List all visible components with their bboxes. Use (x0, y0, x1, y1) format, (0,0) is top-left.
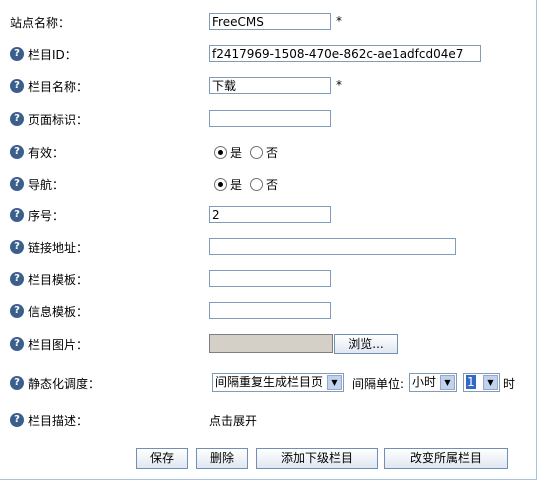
row-channel-name: ? 栏目名称： * (0, 70, 538, 102)
help-icon[interactable]: ? (10, 240, 24, 254)
radio-checked-icon (214, 178, 227, 191)
expand-link[interactable]: 点击展开 (209, 412, 257, 429)
channel-image-label: 栏目图片： (28, 337, 89, 352)
description-label: 栏目描述： (28, 413, 89, 428)
channel-id-label: 栏目ID： (28, 47, 77, 62)
static-schedule-label: 静态化调度： (28, 376, 101, 391)
help-icon[interactable]: ? (10, 413, 24, 427)
row-channel-id: ? 栏目ID： (0, 38, 538, 70)
order-num-label: 序号： (28, 208, 65, 223)
channel-template-label: 栏目模板： (28, 272, 89, 287)
site-name-input[interactable] (209, 13, 331, 30)
row-static-schedule: ? 静态化调度： 间隔重复生成栏目页 ▼ 间隔单位: 小时 ▼ 1 ▼ 时 (0, 367, 538, 399)
valid-yes-radio[interactable]: 是 (214, 144, 242, 161)
site-name-label: 站点名称： (10, 15, 71, 30)
help-icon[interactable]: ? (10, 337, 24, 351)
navigation-label: 导航： (28, 177, 65, 192)
radio-checked-icon (214, 146, 227, 159)
navigation-no-radio[interactable]: 否 (250, 176, 278, 193)
channel-name-label: 栏目名称： (28, 79, 89, 94)
help-icon[interactable]: ? (10, 177, 24, 191)
required-mark: * (336, 78, 342, 92)
help-icon[interactable]: ? (10, 112, 24, 126)
row-page-mark: ? 页面标识： (0, 103, 538, 135)
row-order-num: ? 序号： (0, 199, 538, 231)
save-button[interactable]: 保存 (136, 448, 188, 469)
add-child-channel-button[interactable]: 添加下级栏目 (256, 448, 378, 469)
help-icon[interactable]: ? (10, 304, 24, 318)
help-icon[interactable]: ? (10, 145, 24, 159)
interval-value-select[interactable]: 1 ▼ (463, 373, 500, 392)
row-valid: ? 有效： 是 否 (0, 136, 538, 168)
help-icon[interactable]: ? (10, 47, 24, 61)
hour-suffix-label: 时 (503, 377, 516, 391)
channel-image-file-input[interactable] (209, 334, 333, 353)
row-navigation: ? 导航： 是 否 (0, 168, 538, 200)
info-template-input[interactable] (209, 302, 331, 319)
order-num-input[interactable] (209, 206, 331, 223)
chevron-down-icon: ▼ (440, 375, 455, 390)
interval-unit-label: 间隔单位: (352, 377, 405, 391)
info-template-label: 信息模板： (28, 304, 89, 319)
chevron-down-icon: ▼ (483, 375, 498, 390)
help-icon[interactable]: ? (10, 376, 24, 390)
row-link-url: ? 链接地址： (0, 231, 538, 263)
link-url-input[interactable] (209, 238, 456, 255)
help-icon[interactable]: ? (10, 272, 24, 286)
row-description: ? 栏目描述： 点击展开 (0, 404, 538, 436)
navigation-radio-group: 是 否 (214, 176, 286, 193)
row-channel-template: ? 栏目模板： (0, 263, 538, 295)
valid-radio-group: 是 否 (214, 144, 286, 161)
page-mark-label: 页面标识： (28, 112, 89, 127)
page-mark-input[interactable] (209, 110, 331, 127)
valid-no-radio[interactable]: 否 (250, 144, 278, 161)
channel-template-input[interactable] (209, 270, 331, 287)
channel-name-input[interactable] (209, 77, 331, 94)
browse-button[interactable]: 浏览... (334, 334, 398, 354)
help-icon[interactable]: ? (10, 208, 24, 222)
chevron-down-icon: ▼ (327, 375, 342, 390)
required-mark: * (336, 14, 342, 28)
delete-button[interactable]: 删除 (196, 448, 248, 469)
valid-label: 有效： (28, 145, 65, 160)
help-icon[interactable]: ? (10, 79, 24, 93)
row-info-template: ? 信息模板： (0, 295, 538, 327)
radio-unchecked-icon (250, 146, 264, 159)
navigation-yes-radio[interactable]: 是 (214, 176, 242, 193)
radio-unchecked-icon (250, 178, 264, 191)
link-url-label: 链接地址： (28, 240, 89, 255)
schedule-type-select[interactable]: 间隔重复生成栏目页 ▼ (212, 373, 344, 392)
interval-unit-select[interactable]: 小时 ▼ (409, 373, 457, 392)
row-site-name: 站点名称： * (0, 6, 538, 38)
change-parent-channel-button[interactable]: 改变所属栏目 (384, 448, 508, 469)
channel-id-input[interactable] (209, 45, 481, 62)
row-channel-image: ? 栏目图片： 浏览... (0, 328, 538, 360)
